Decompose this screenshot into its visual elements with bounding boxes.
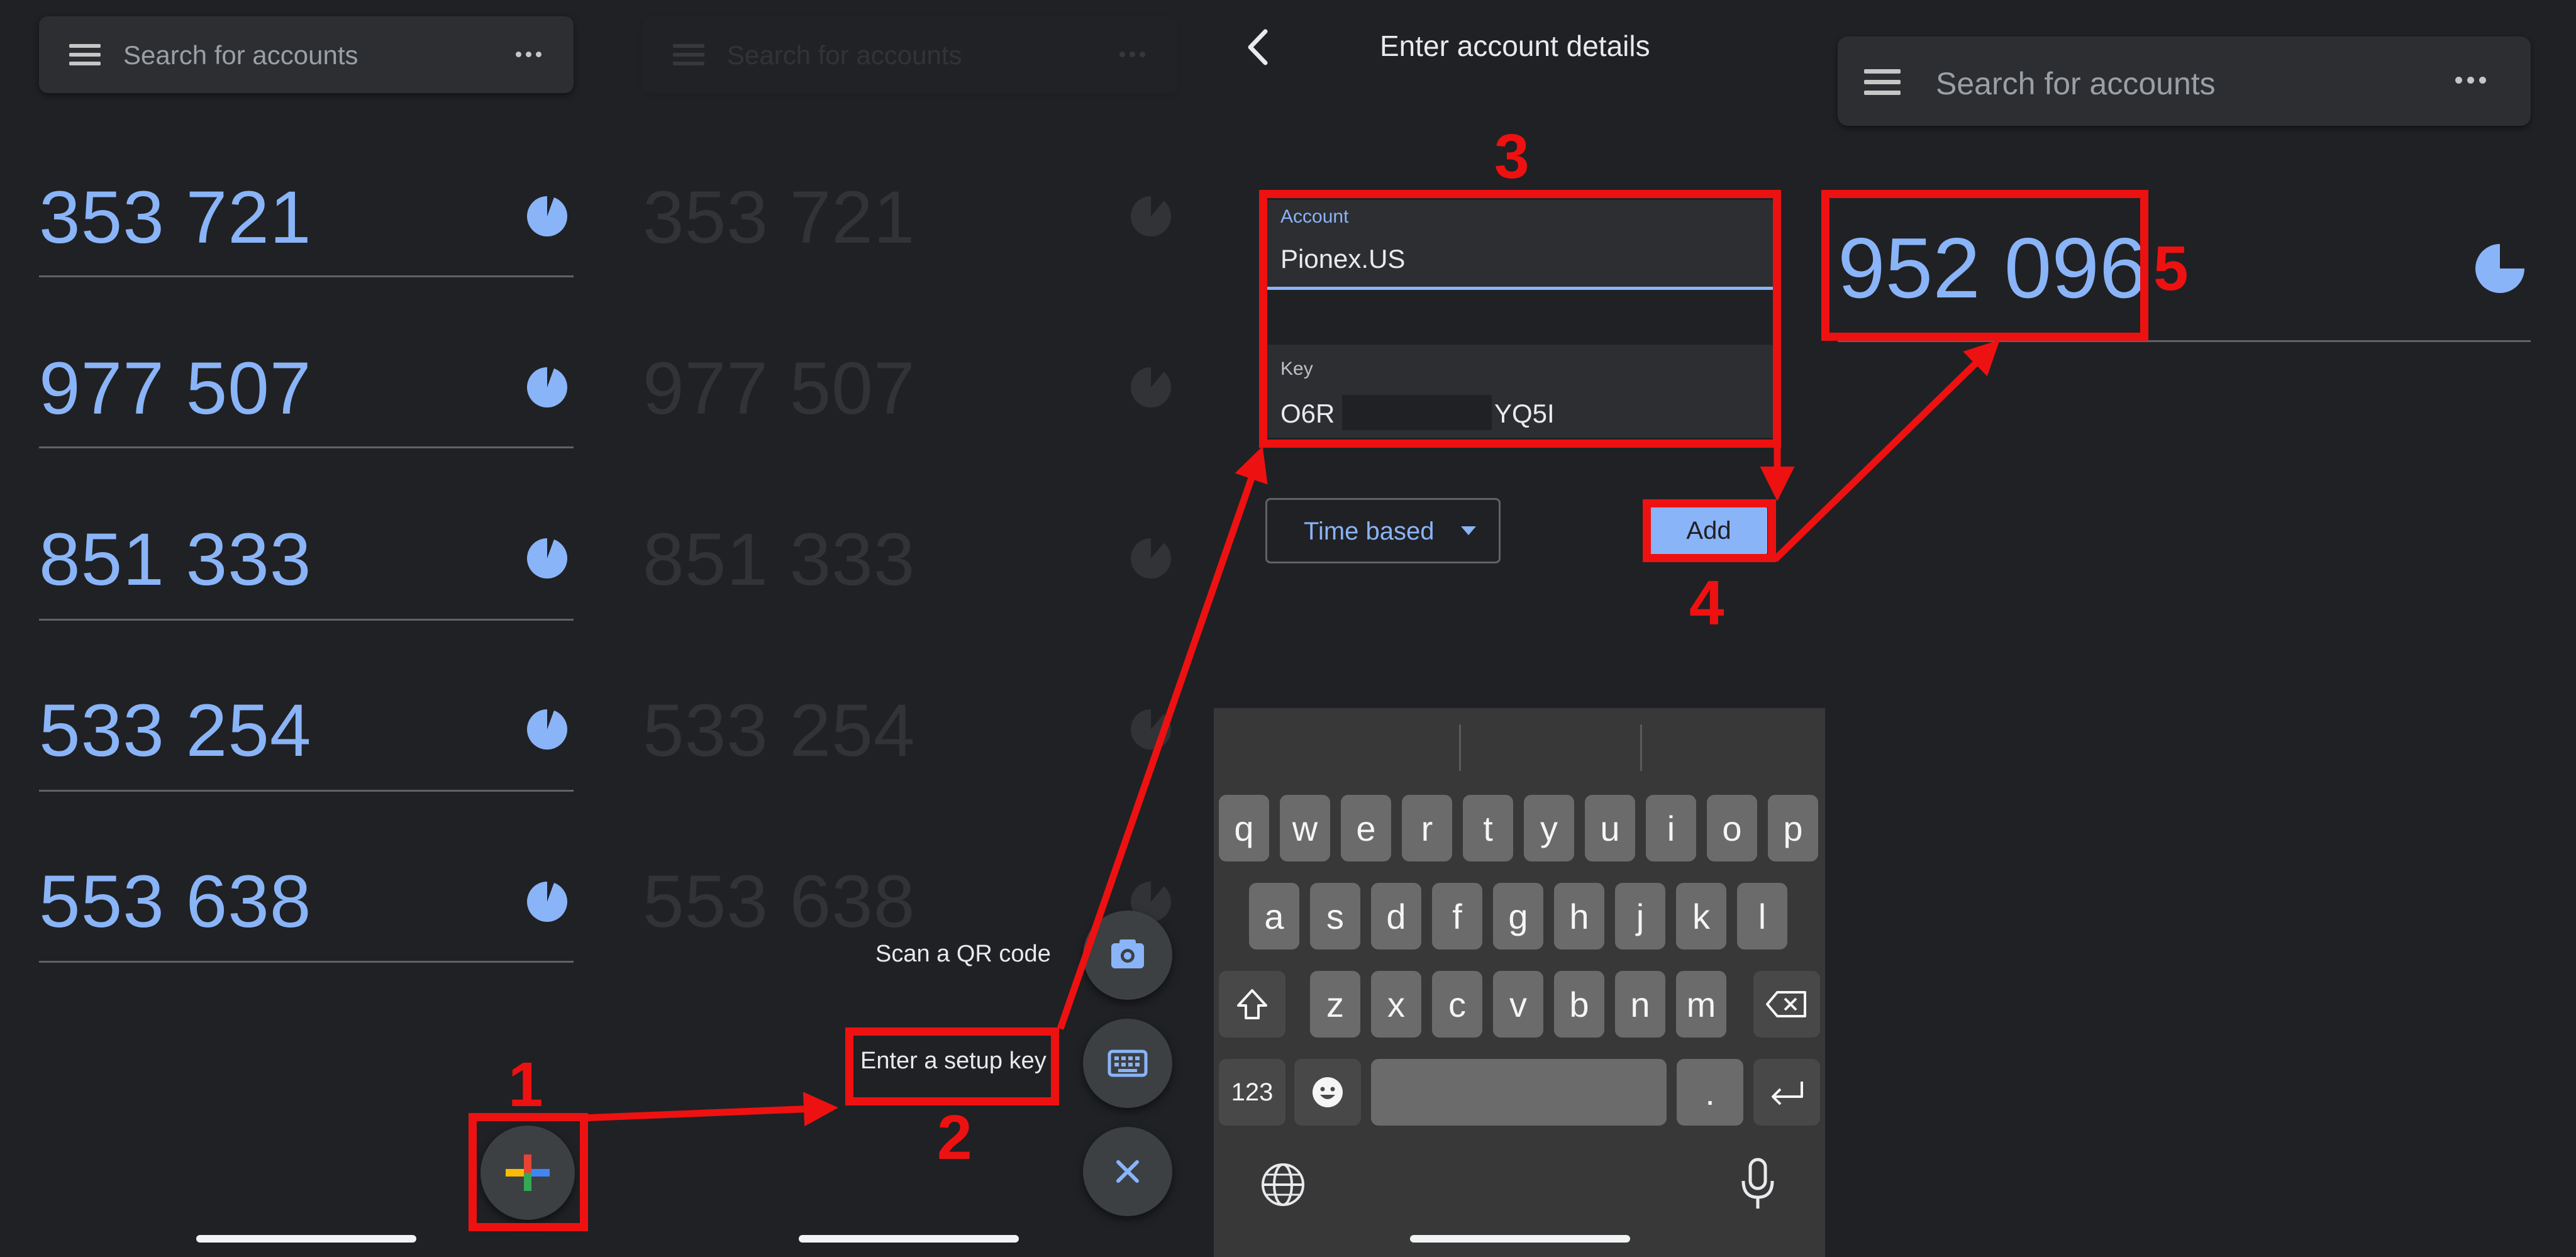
annotation-box-1 xyxy=(469,1113,588,1231)
annotation-box-4 xyxy=(1643,499,1776,562)
annotation-step-5: 5 xyxy=(2153,233,2189,304)
annotation-step-3: 3 xyxy=(1494,121,1530,192)
annotation-box-2 xyxy=(845,1027,1059,1105)
arrow-1-to-2 xyxy=(581,1092,838,1127)
annotation-box-5 xyxy=(1821,190,2148,341)
annotation-box-3 xyxy=(1259,190,1781,448)
arrow-4-to-5 xyxy=(1772,340,2000,562)
annotation-step-2: 2 xyxy=(937,1102,972,1173)
annotation-step-4: 4 xyxy=(1689,568,1724,638)
arrow-2-to-3 xyxy=(1057,446,1268,1030)
annotation-arrows xyxy=(581,340,2000,1127)
annotation-step-1: 1 xyxy=(508,1049,543,1120)
